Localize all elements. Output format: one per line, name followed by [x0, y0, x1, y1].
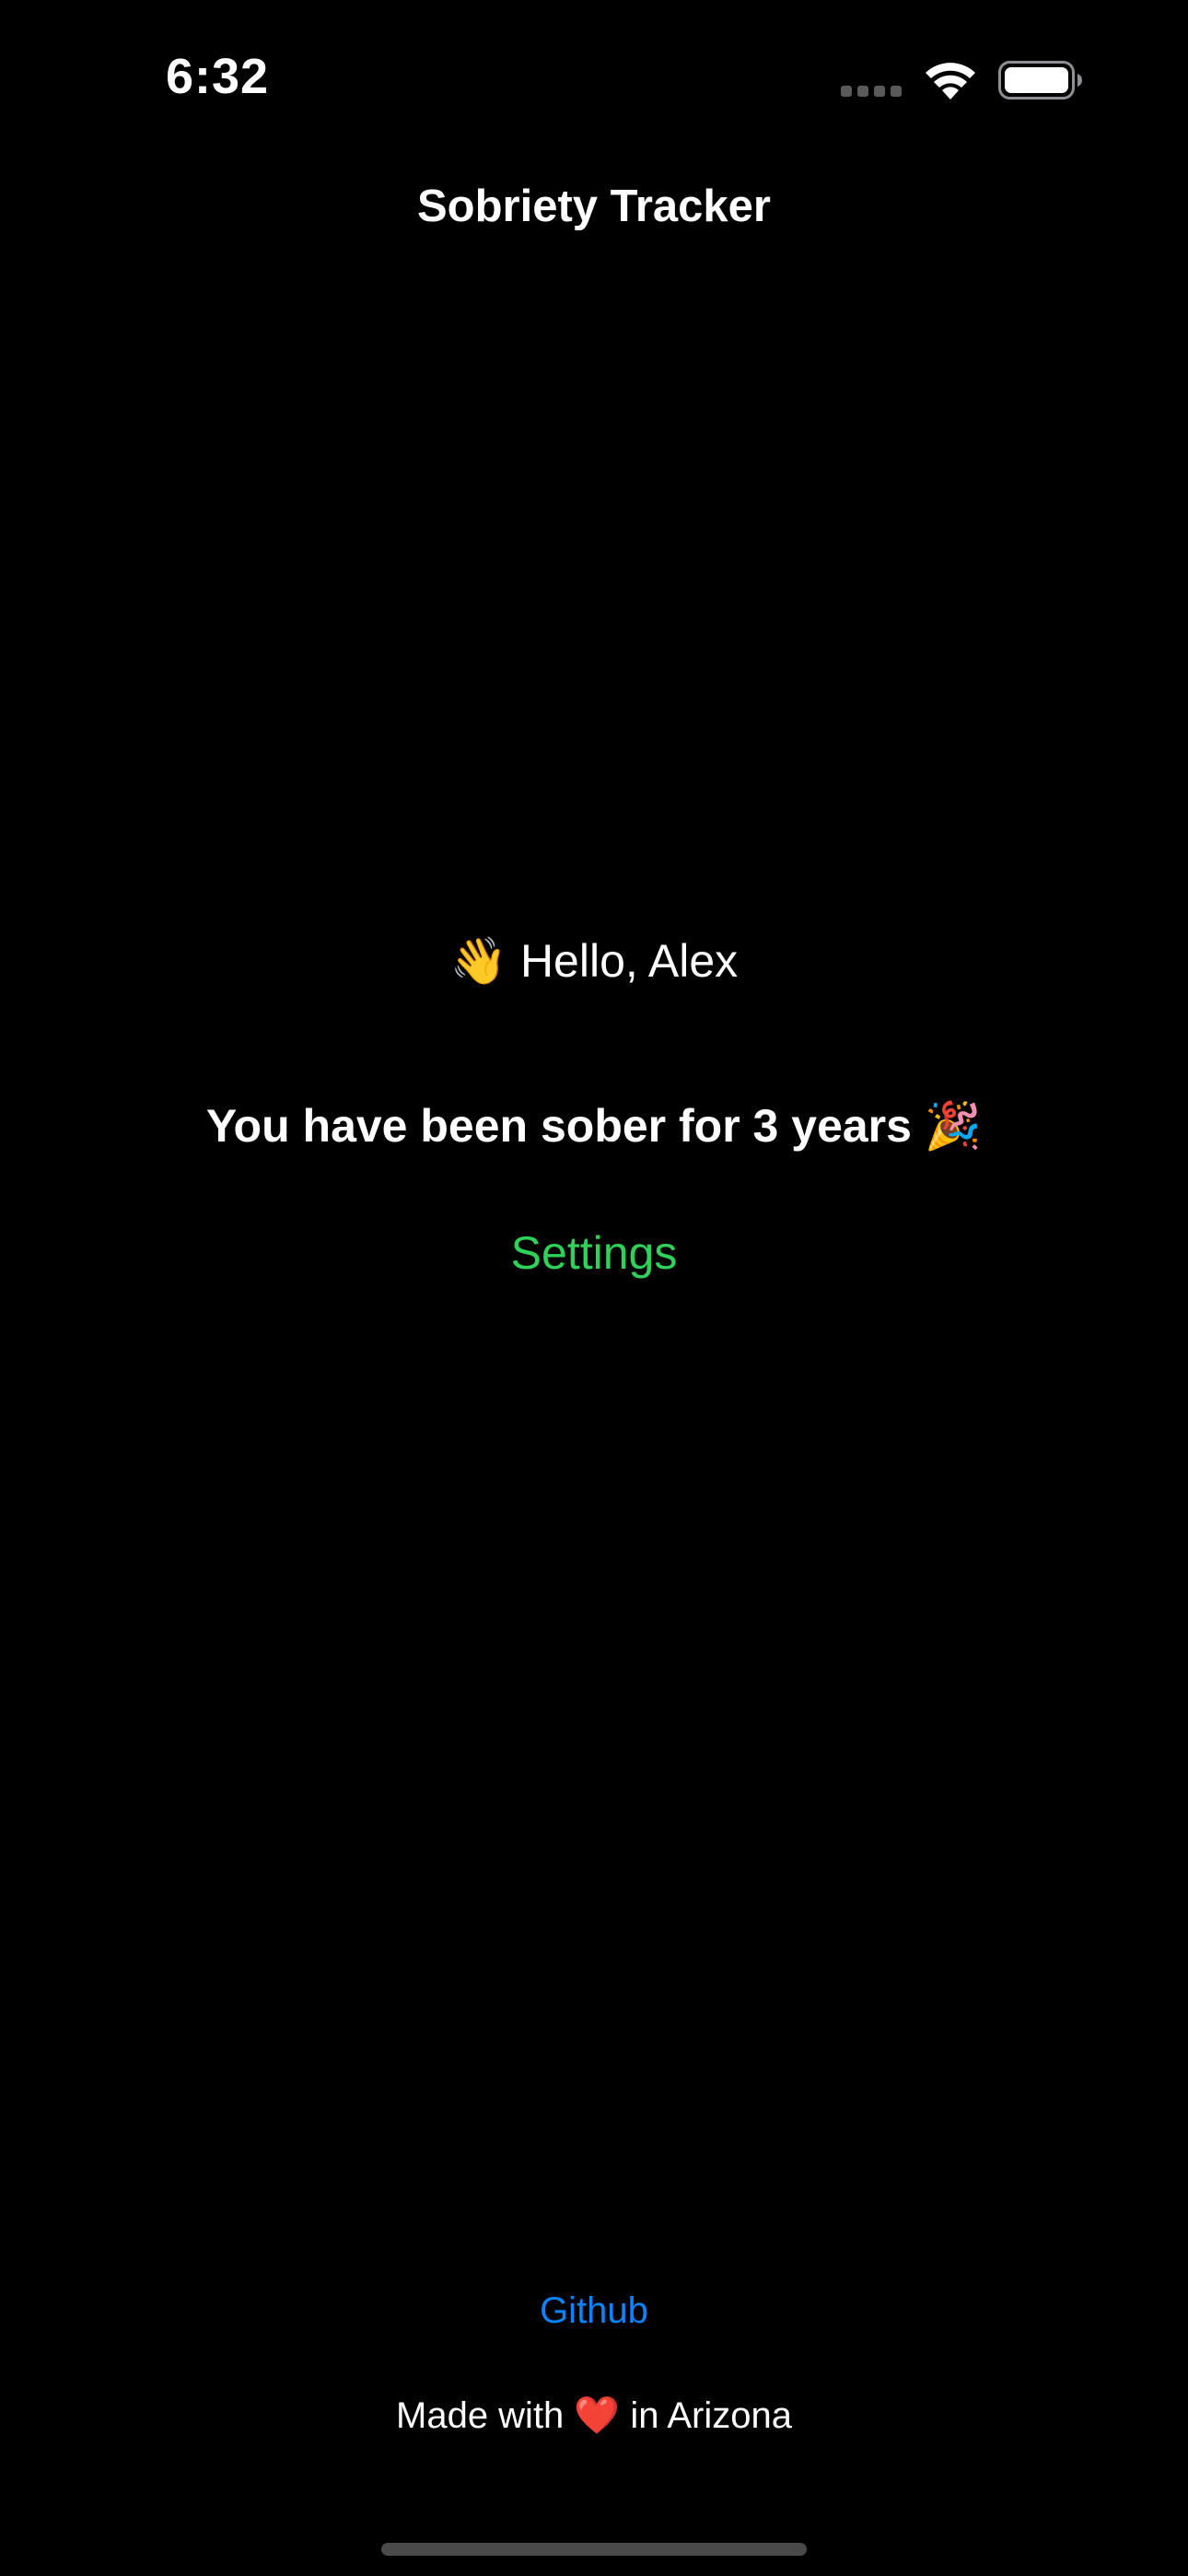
status-time: 6:32: [166, 49, 270, 104]
sobriety-duration-text: You have been sober for 3 years 🎉: [205, 1100, 983, 1152]
greeting-text: 👋 Hello, Alex: [449, 935, 739, 987]
battery-icon: [998, 61, 1082, 100]
wifi-icon: [926, 63, 975, 100]
settings-button[interactable]: Settings: [456, 1216, 732, 1290]
signal-icon: [841, 86, 903, 99]
status-bar: 6:32: [0, 0, 1188, 157]
made-with-footer: Made with ❤️ in Arizona: [396, 2395, 792, 2436]
home-indicator[interactable]: [381, 2543, 807, 2556]
github-link[interactable]: Github: [502, 2283, 686, 2338]
page-title: Sobriety Tracker: [416, 181, 772, 231]
